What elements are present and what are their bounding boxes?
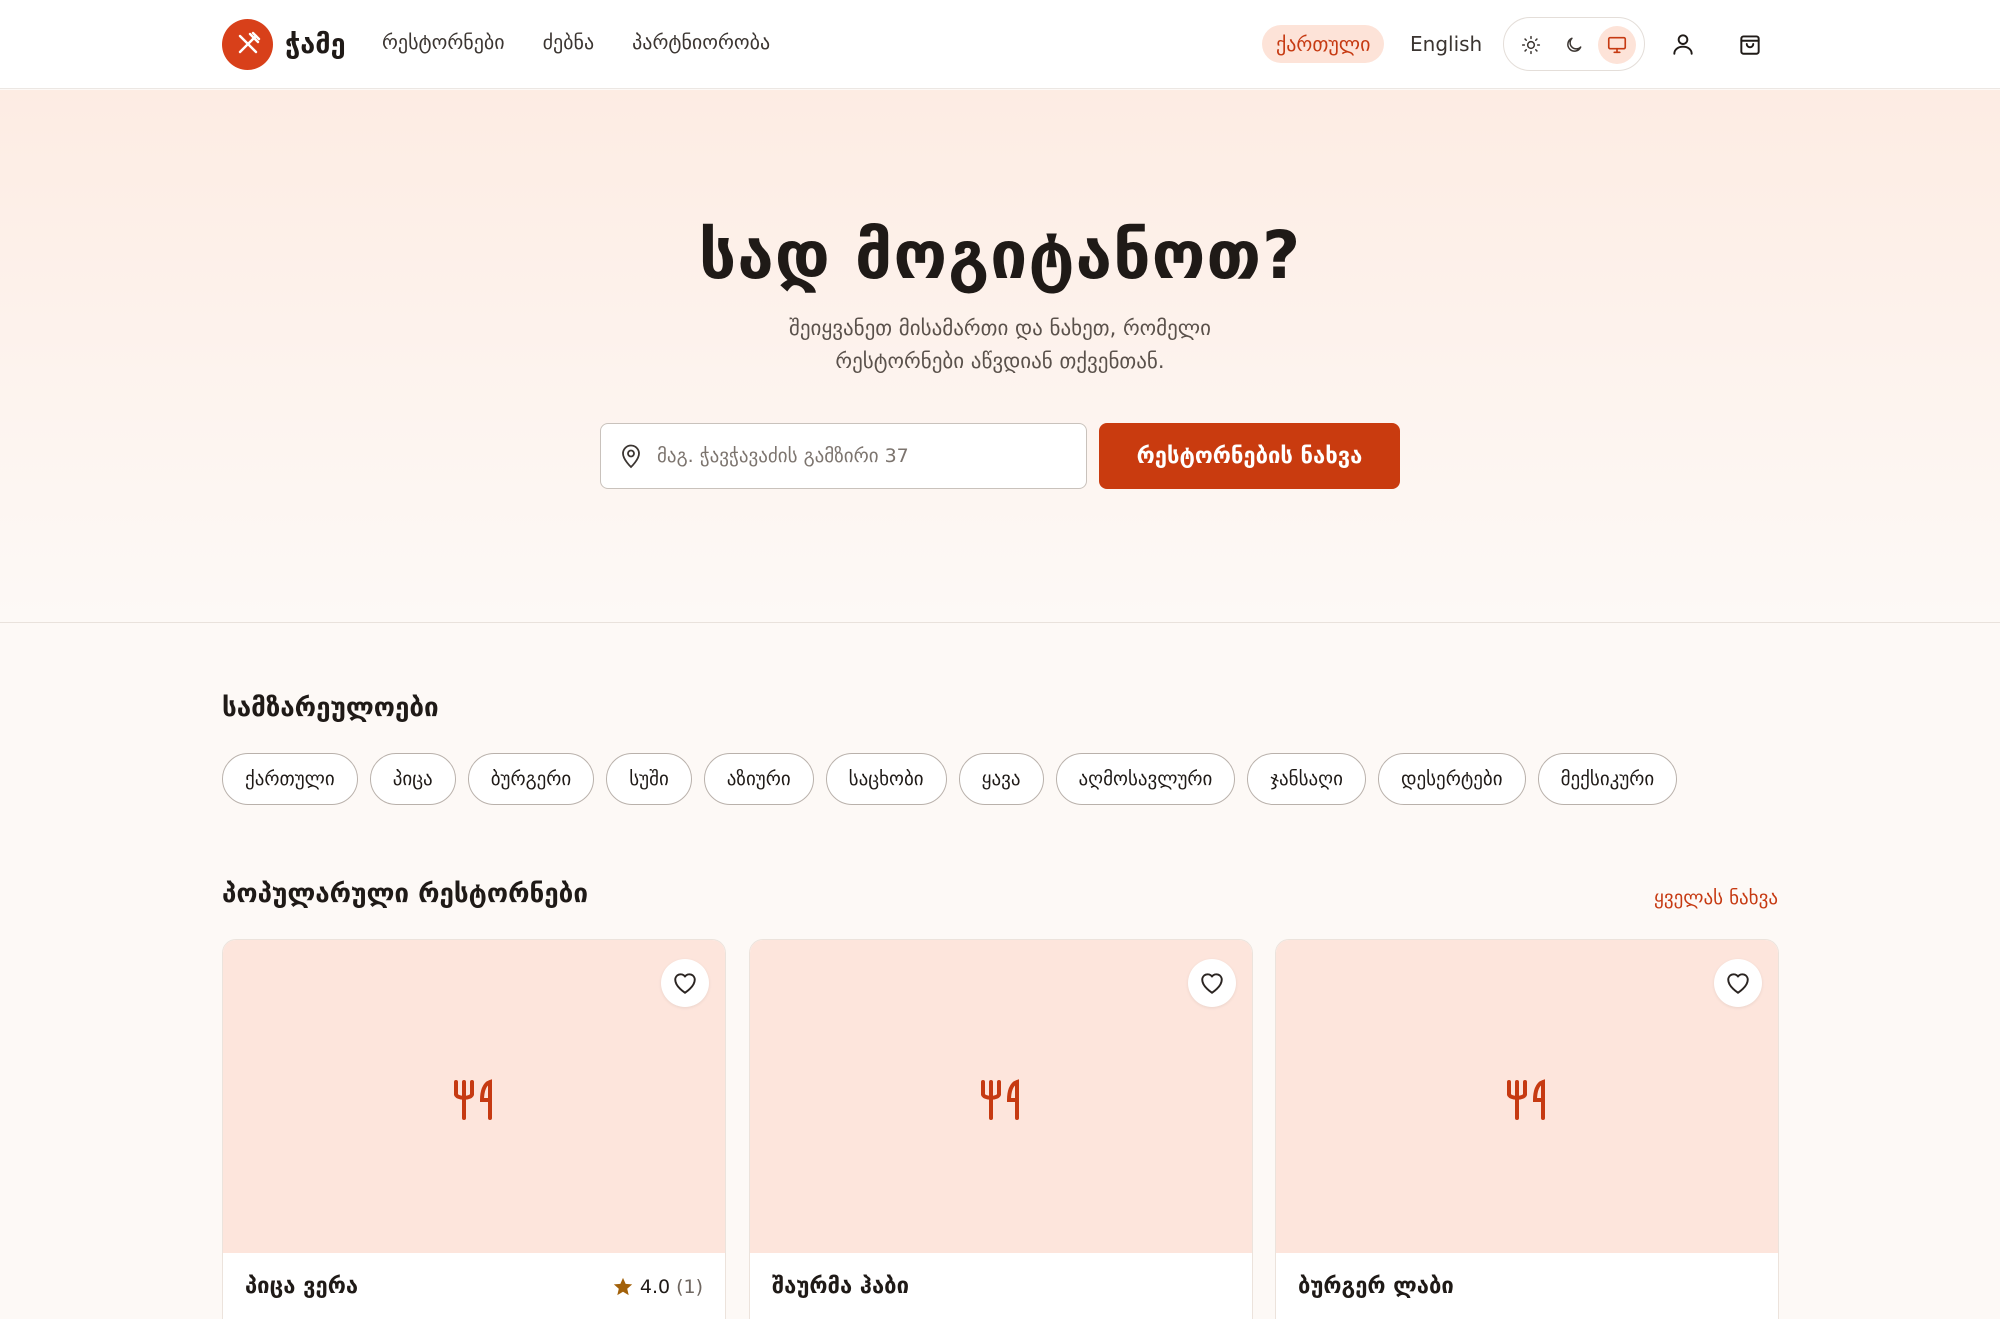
moon-icon[interactable] bbox=[1555, 26, 1593, 64]
nav-partnership[interactable]: პარტნიორობა bbox=[632, 30, 770, 54]
shopping-bag-icon[interactable] bbox=[1730, 24, 1770, 64]
theme-switcher bbox=[1503, 17, 1645, 71]
utensils-icon bbox=[454, 1079, 492, 1120]
rating-value: 4.0 bbox=[639, 1276, 671, 1298]
heart-icon[interactable] bbox=[1714, 959, 1762, 1007]
heart-icon[interactable] bbox=[1188, 959, 1236, 1007]
nav-search[interactable]: ძებნა bbox=[543, 30, 595, 54]
popular-restaurants-title: პოპულარული რესტორნები bbox=[222, 879, 588, 909]
restaurant-card[interactable]: ბურგერ ლაბი bbox=[1275, 939, 1779, 1319]
cuisine-chip[interactable]: დესერტები bbox=[1377, 753, 1526, 805]
logo-icon bbox=[222, 18, 273, 70]
cuisine-chip[interactable]: ყავა bbox=[958, 753, 1044, 805]
cuisine-chip[interactable]: საცხობი bbox=[825, 753, 947, 805]
address-search-field[interactable] bbox=[600, 423, 1087, 489]
location-pin-icon bbox=[622, 444, 640, 469]
top-header: ჭამე რესტორნები ძებნა პარტნიორობა ქართულ… bbox=[0, 0, 2000, 89]
cuisine-chips: ქართული პიცა ბურგერი სუში აზიური საცხობი… bbox=[222, 753, 1678, 805]
cuisine-chip[interactable]: ქართული bbox=[222, 753, 358, 805]
restaurant-image-placeholder bbox=[1276, 940, 1778, 1253]
cuisine-chip[interactable]: აზიური bbox=[703, 753, 814, 805]
restaurant-card[interactable]: პიცა ვერა 4.0 (1) bbox=[222, 939, 726, 1319]
restaurant-image-placeholder bbox=[223, 940, 725, 1253]
hero-subtitle-line-2: რესტორნები აწვდიან თქვენთან. bbox=[835, 349, 1165, 373]
user-icon[interactable] bbox=[1663, 24, 1703, 64]
hero-section: სად მოგიტანოთ? შეიყვანეთ მისამართი და ნა… bbox=[0, 90, 2000, 623]
cuisine-chip[interactable]: ბურგერი bbox=[467, 753, 595, 805]
monitor-icon[interactable] bbox=[1598, 26, 1636, 64]
address-input[interactable] bbox=[657, 445, 1057, 467]
cuisine-chip[interactable]: პიცა bbox=[369, 753, 456, 805]
language-english-button[interactable]: English bbox=[1410, 25, 1482, 63]
cuisine-chip[interactable]: მექსიკური bbox=[1537, 753, 1678, 805]
cuisine-chip[interactable]: ჯანსაღი bbox=[1247, 753, 1366, 805]
restaurant-rating: 4.0 (1) bbox=[612, 1276, 703, 1298]
rating-count: (1) bbox=[676, 1276, 703, 1298]
utensils-icon bbox=[1507, 1079, 1545, 1120]
utensils-icon bbox=[981, 1079, 1019, 1120]
restaurant-name: შაურმა ჰაბი bbox=[772, 1274, 909, 1299]
star-icon bbox=[613, 1277, 633, 1296]
restaurant-name: პიცა ვერა bbox=[245, 1274, 359, 1299]
see-all-link[interactable]: ყველას ნახვა bbox=[1600, 887, 1778, 909]
hero-title: სად მოგიტანოთ? bbox=[698, 217, 1302, 294]
view-restaurants-button[interactable]: რესტორნების ნახვა bbox=[1099, 423, 1400, 489]
restaurant-name: ბურგერ ლაბი bbox=[1298, 1274, 1454, 1299]
heart-icon[interactable] bbox=[661, 959, 709, 1007]
restaurant-image-placeholder bbox=[750, 940, 1252, 1253]
cuisine-chip[interactable]: სუში bbox=[606, 753, 692, 805]
hero-subtitle: შეიყვანეთ მისამართი და ნახეთ, რომელი რეს… bbox=[700, 312, 1300, 378]
restaurant-card[interactable]: შაურმა ჰაბი bbox=[749, 939, 1253, 1319]
sun-icon[interactable] bbox=[1512, 26, 1550, 64]
main-nav: რესტორნები ძებნა პარტნიორობა bbox=[382, 30, 770, 54]
logo[interactable]: ჭამე bbox=[222, 18, 346, 70]
language-georgian-button[interactable]: ქართული bbox=[1262, 25, 1385, 63]
cuisine-chip[interactable]: აღმოსავლური bbox=[1055, 753, 1236, 805]
nav-restaurants[interactable]: რესტორნები bbox=[382, 30, 505, 54]
logo-text: ჭამე bbox=[285, 28, 346, 60]
hero-subtitle-line-1: შეიყვანეთ მისამართი და ნახეთ, რომელი bbox=[788, 316, 1212, 340]
cuisines-title: სამზარეულოები bbox=[222, 693, 439, 723]
